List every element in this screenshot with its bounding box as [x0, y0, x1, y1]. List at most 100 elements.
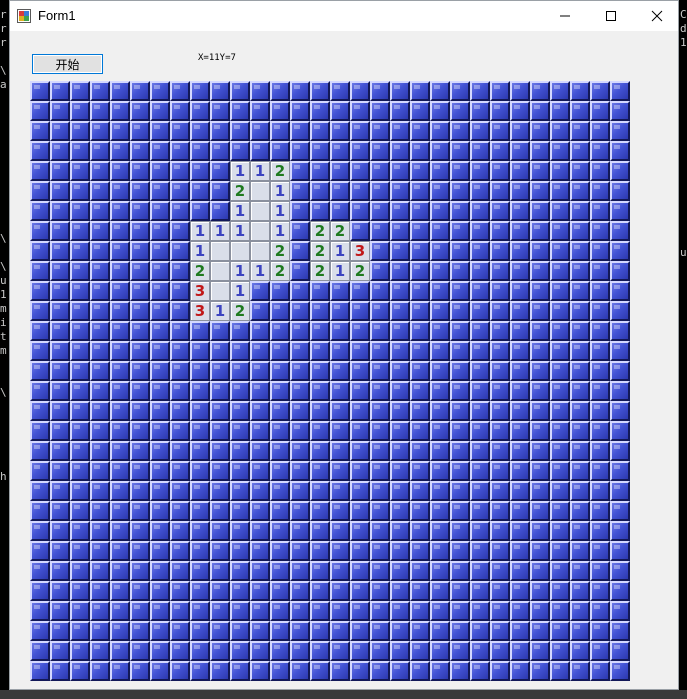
hidden-cell[interactable] [310, 481, 330, 501]
hidden-cell[interactable] [590, 101, 610, 121]
hidden-cell[interactable] [390, 561, 410, 581]
hidden-cell[interactable] [30, 281, 50, 301]
hidden-cell[interactable] [30, 461, 50, 481]
hidden-cell[interactable] [90, 221, 110, 241]
hidden-cell[interactable] [590, 221, 610, 241]
hidden-cell[interactable] [270, 441, 290, 461]
hidden-cell[interactable] [550, 181, 570, 201]
hidden-cell[interactable] [430, 341, 450, 361]
hidden-cell[interactable] [130, 481, 150, 501]
hidden-cell[interactable] [170, 341, 190, 361]
hidden-cell[interactable] [190, 481, 210, 501]
hidden-cell[interactable] [170, 121, 190, 141]
hidden-cell[interactable] [370, 381, 390, 401]
hidden-cell[interactable] [30, 661, 50, 681]
hidden-cell[interactable] [590, 161, 610, 181]
hidden-cell[interactable] [610, 461, 630, 481]
hidden-cell[interactable] [370, 201, 390, 221]
hidden-cell[interactable] [190, 141, 210, 161]
hidden-cell[interactable] [510, 81, 530, 101]
hidden-cell[interactable] [330, 421, 350, 441]
hidden-cell[interactable] [130, 301, 150, 321]
hidden-cell[interactable] [190, 181, 210, 201]
hidden-cell[interactable] [270, 81, 290, 101]
hidden-cell[interactable] [590, 501, 610, 521]
hidden-cell[interactable] [470, 521, 490, 541]
hidden-cell[interactable] [590, 301, 610, 321]
hidden-cell[interactable] [550, 141, 570, 161]
hidden-cell[interactable] [230, 341, 250, 361]
hidden-cell[interactable] [70, 261, 90, 281]
hidden-cell[interactable] [590, 341, 610, 361]
hidden-cell[interactable] [110, 541, 130, 561]
hidden-cell[interactable] [30, 81, 50, 101]
hidden-cell[interactable] [210, 541, 230, 561]
hidden-cell[interactable] [90, 241, 110, 261]
revealed-cell[interactable]: 1 [250, 261, 270, 281]
hidden-cell[interactable] [570, 241, 590, 261]
hidden-cell[interactable] [210, 361, 230, 381]
revealed-cell[interactable]: 1 [270, 181, 290, 201]
hidden-cell[interactable] [270, 301, 290, 321]
hidden-cell[interactable] [270, 421, 290, 441]
hidden-cell[interactable] [530, 661, 550, 681]
hidden-cell[interactable] [510, 241, 530, 261]
hidden-cell[interactable] [170, 381, 190, 401]
hidden-cell[interactable] [270, 481, 290, 501]
hidden-cell[interactable] [290, 601, 310, 621]
hidden-cell[interactable] [550, 421, 570, 441]
hidden-cell[interactable] [30, 301, 50, 321]
hidden-cell[interactable] [130, 501, 150, 521]
hidden-cell[interactable] [110, 581, 130, 601]
hidden-cell[interactable] [410, 201, 430, 221]
hidden-cell[interactable] [170, 661, 190, 681]
hidden-cell[interactable] [250, 621, 270, 641]
hidden-cell[interactable] [250, 421, 270, 441]
hidden-cell[interactable] [550, 581, 570, 601]
hidden-cell[interactable] [510, 481, 530, 501]
hidden-cell[interactable] [250, 481, 270, 501]
hidden-cell[interactable] [590, 261, 610, 281]
hidden-cell[interactable] [210, 181, 230, 201]
hidden-cell[interactable] [170, 301, 190, 321]
hidden-cell[interactable] [210, 521, 230, 541]
hidden-cell[interactable] [70, 601, 90, 621]
hidden-cell[interactable] [530, 401, 550, 421]
hidden-cell[interactable] [490, 501, 510, 521]
hidden-cell[interactable] [610, 101, 630, 121]
hidden-cell[interactable] [450, 181, 470, 201]
hidden-cell[interactable] [550, 641, 570, 661]
hidden-cell[interactable] [150, 501, 170, 521]
hidden-cell[interactable] [430, 461, 450, 481]
hidden-cell[interactable] [470, 581, 490, 601]
hidden-cell[interactable] [510, 321, 530, 341]
hidden-cell[interactable] [570, 321, 590, 341]
hidden-cell[interactable] [370, 481, 390, 501]
hidden-cell[interactable] [190, 521, 210, 541]
hidden-cell[interactable] [210, 421, 230, 441]
hidden-cell[interactable] [530, 261, 550, 281]
hidden-cell[interactable] [490, 181, 510, 201]
revealed-cell[interactable]: 2 [310, 221, 330, 241]
hidden-cell[interactable] [470, 341, 490, 361]
hidden-cell[interactable] [330, 441, 350, 461]
hidden-cell[interactable] [390, 281, 410, 301]
hidden-cell[interactable] [230, 401, 250, 421]
hidden-cell[interactable] [390, 401, 410, 421]
hidden-cell[interactable] [430, 201, 450, 221]
hidden-cell[interactable] [470, 441, 490, 461]
hidden-cell[interactable] [310, 541, 330, 561]
hidden-cell[interactable] [570, 81, 590, 101]
hidden-cell[interactable] [370, 421, 390, 441]
hidden-cell[interactable] [530, 101, 550, 121]
revealed-cell[interactable] [250, 241, 270, 261]
hidden-cell[interactable] [610, 621, 630, 641]
hidden-cell[interactable] [450, 301, 470, 321]
hidden-cell[interactable] [490, 141, 510, 161]
hidden-cell[interactable] [430, 101, 450, 121]
hidden-cell[interactable] [190, 541, 210, 561]
hidden-cell[interactable] [590, 621, 610, 641]
hidden-cell[interactable] [430, 261, 450, 281]
hidden-cell[interactable] [170, 181, 190, 201]
hidden-cell[interactable] [610, 481, 630, 501]
